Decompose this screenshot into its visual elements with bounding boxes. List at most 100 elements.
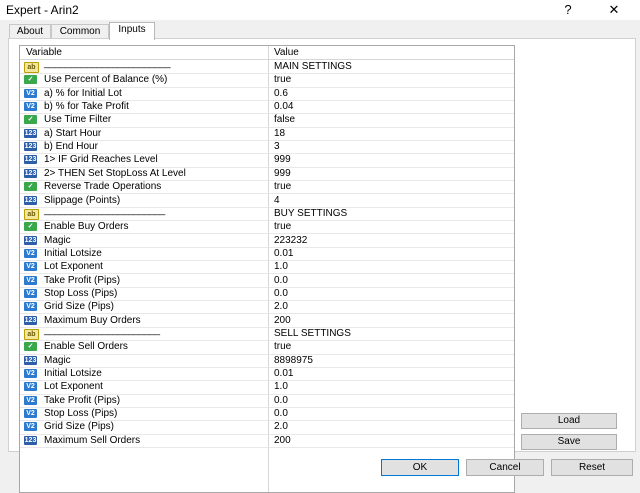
help-button[interactable]: ? — [556, 1, 580, 19]
grid-row[interactable]: V2 Take Profit (Pips) 0.0 — [20, 274, 514, 288]
grid-row[interactable]: 123 2> THEN Set StopLoss At Level 999 — [20, 167, 514, 181]
variable-value[interactable]: 8898975 — [274, 355, 313, 366]
variable-name: Take Profit (Pips) — [44, 274, 121, 286]
grid-row[interactable]: 123 Magic 8898975 — [20, 354, 514, 368]
variable-value[interactable]: 0.6 — [274, 88, 288, 99]
grid-row[interactable]: ✓ Reverse Trade Operations true — [20, 180, 514, 195]
grid-row[interactable]: ✓ Enable Buy Orders true — [20, 220, 514, 235]
variable-name: Stop Loss (Pips) — [44, 287, 118, 299]
integer-type-icon: 123 — [24, 168, 37, 178]
variable-value[interactable]: 18 — [274, 128, 285, 139]
variable-value[interactable]: 0.0 — [274, 395, 288, 406]
column-header-variable[interactable]: Variable — [26, 47, 62, 58]
variable-name: b) % for Take Profit — [44, 101, 129, 113]
double-type-icon: V2 — [24, 288, 37, 298]
variable-value[interactable]: 0.01 — [274, 368, 293, 379]
variable-name: a) Start Hour — [44, 127, 102, 139]
variable-name: _______________________ — [44, 204, 166, 216]
grid-row[interactable]: ✓ Enable Sell Orders true — [20, 340, 514, 355]
grid-row[interactable]: 123 a) Start Hour 18 — [20, 127, 514, 141]
variable-value[interactable]: 0.0 — [274, 408, 288, 419]
load-button[interactable]: Load — [521, 413, 617, 429]
variable-value[interactable]: 0.0 — [274, 288, 288, 299]
grid-row[interactable]: ab _______________________ BUY SETTINGS — [20, 204, 514, 222]
variable-name: Stop Loss (Pips) — [44, 408, 118, 420]
reset-button[interactable]: Reset — [551, 459, 633, 476]
variable-value[interactable]: 4 — [274, 195, 280, 206]
variable-name: Maximum Sell Orders — [44, 434, 141, 446]
variable-value[interactable]: 200 — [274, 435, 291, 446]
variable-name: Maximum Buy Orders — [44, 314, 141, 326]
variable-name: Grid Size (Pips) — [44, 421, 115, 433]
boolean-type-icon: ✓ — [24, 222, 37, 232]
variable-name: b) End Hour — [44, 141, 98, 153]
window-title: Expert - Arin2 — [6, 3, 79, 17]
grid-row[interactable]: ✓ Use Time Filter false — [20, 113, 514, 128]
grid-row[interactable]: V2 Initial Lotsize 0.01 — [20, 367, 514, 382]
tab-about[interactable]: About — [9, 24, 51, 39]
variable-value[interactable]: true — [274, 341, 291, 352]
variable-value[interactable]: 0.0 — [274, 275, 288, 286]
variable-value[interactable]: MAIN SETTINGS — [274, 61, 352, 72]
grid-row[interactable]: V2 Grid Size (Pips) 2.0 — [20, 420, 514, 435]
ok-button[interactable]: OK — [381, 459, 459, 476]
double-type-icon: V2 — [24, 88, 37, 98]
variable-value[interactable]: false — [274, 114, 295, 125]
grid-row[interactable]: ✓ Use Percent of Balance (%) true — [20, 73, 514, 88]
variable-value[interactable]: 1.0 — [274, 261, 288, 272]
variable-value[interactable]: 200 — [274, 315, 291, 326]
variable-name: Use Time Filter — [44, 114, 112, 126]
double-type-icon: V2 — [24, 275, 37, 285]
column-header-value[interactable]: Value — [274, 47, 299, 58]
grid-row[interactable]: 123 1> IF Grid Reaches Level 999 — [20, 153, 514, 168]
variable-name: Grid Size (Pips) — [44, 301, 115, 313]
variable-value[interactable]: true — [274, 181, 291, 192]
boolean-type-icon: ✓ — [24, 75, 37, 85]
double-type-icon: V2 — [24, 395, 37, 405]
close-button[interactable]: ✕ — [602, 1, 626, 19]
variable-value[interactable]: 0.01 — [274, 248, 293, 259]
integer-type-icon: 123 — [24, 435, 37, 445]
variable-name: Enable Buy Orders — [44, 221, 129, 233]
grid-row[interactable]: V2 Grid Size (Pips) 2.0 — [20, 300, 514, 315]
grid-row[interactable]: V2 a) % for Initial Lot 0.6 — [20, 87, 514, 101]
grid-row[interactable]: V2 Stop Loss (Pips) 0.0 — [20, 407, 514, 422]
grid-row[interactable]: ab ______________________ SELL SETTINGS — [20, 325, 514, 342]
tab-inputs[interactable]: Inputs — [109, 22, 155, 40]
tab-common[interactable]: Common — [51, 24, 109, 39]
double-type-icon: V2 — [24, 409, 37, 419]
variable-value[interactable]: 999 — [274, 168, 291, 179]
variable-value[interactable]: 223232 — [274, 235, 307, 246]
variable-value[interactable]: true — [274, 74, 291, 85]
grid-row[interactable]: ab ________________________ MAIN SETTINGS — [20, 58, 514, 75]
cancel-button[interactable]: Cancel — [466, 459, 544, 476]
variable-value[interactable]: 3 — [274, 141, 280, 152]
variable-value[interactable]: BUY SETTINGS — [274, 208, 347, 219]
integer-type-icon: 123 — [24, 142, 37, 152]
variable-value[interactable]: 0.04 — [274, 101, 293, 112]
grid-row[interactable]: 123 b) End Hour 3 — [20, 140, 514, 155]
variable-value[interactable]: 2.0 — [274, 421, 288, 432]
variable-value[interactable]: true — [274, 221, 291, 232]
grid-row[interactable]: 123 Magic 223232 — [20, 234, 514, 248]
grid-row[interactable]: 123 Maximum Sell Orders 200 — [20, 434, 514, 448]
variable-value[interactable]: 1.0 — [274, 381, 288, 392]
variable-value[interactable]: SELL SETTINGS — [274, 328, 351, 339]
double-type-icon: V2 — [24, 102, 37, 112]
grid-row[interactable]: V2 Lot Exponent 1.0 — [20, 260, 514, 275]
integer-type-icon: 123 — [24, 235, 37, 245]
variable-value[interactable]: 2.0 — [274, 301, 288, 312]
save-button[interactable]: Save — [521, 434, 617, 450]
variable-name: Slippage (Points) — [44, 194, 121, 206]
grid-row[interactable]: V2 Lot Exponent 1.0 — [20, 380, 514, 395]
variable-value[interactable]: 999 — [274, 154, 291, 165]
integer-type-icon: 123 — [24, 315, 37, 325]
grid-row[interactable]: V2 Initial Lotsize 0.01 — [20, 247, 514, 262]
grid-row[interactable]: V2 b) % for Take Profit 0.04 — [20, 100, 514, 115]
inputs-panel: Variable Value ab _______________________… — [8, 38, 636, 493]
grid-row[interactable]: V2 Stop Loss (Pips) 0.0 — [20, 287, 514, 302]
variable-name: ______________________ — [44, 325, 160, 336]
boolean-type-icon: ✓ — [24, 115, 37, 125]
grid-row[interactable]: V2 Take Profit (Pips) 0.0 — [20, 394, 514, 408]
variable-name: 2> THEN Set StopLoss At Level — [44, 167, 186, 179]
